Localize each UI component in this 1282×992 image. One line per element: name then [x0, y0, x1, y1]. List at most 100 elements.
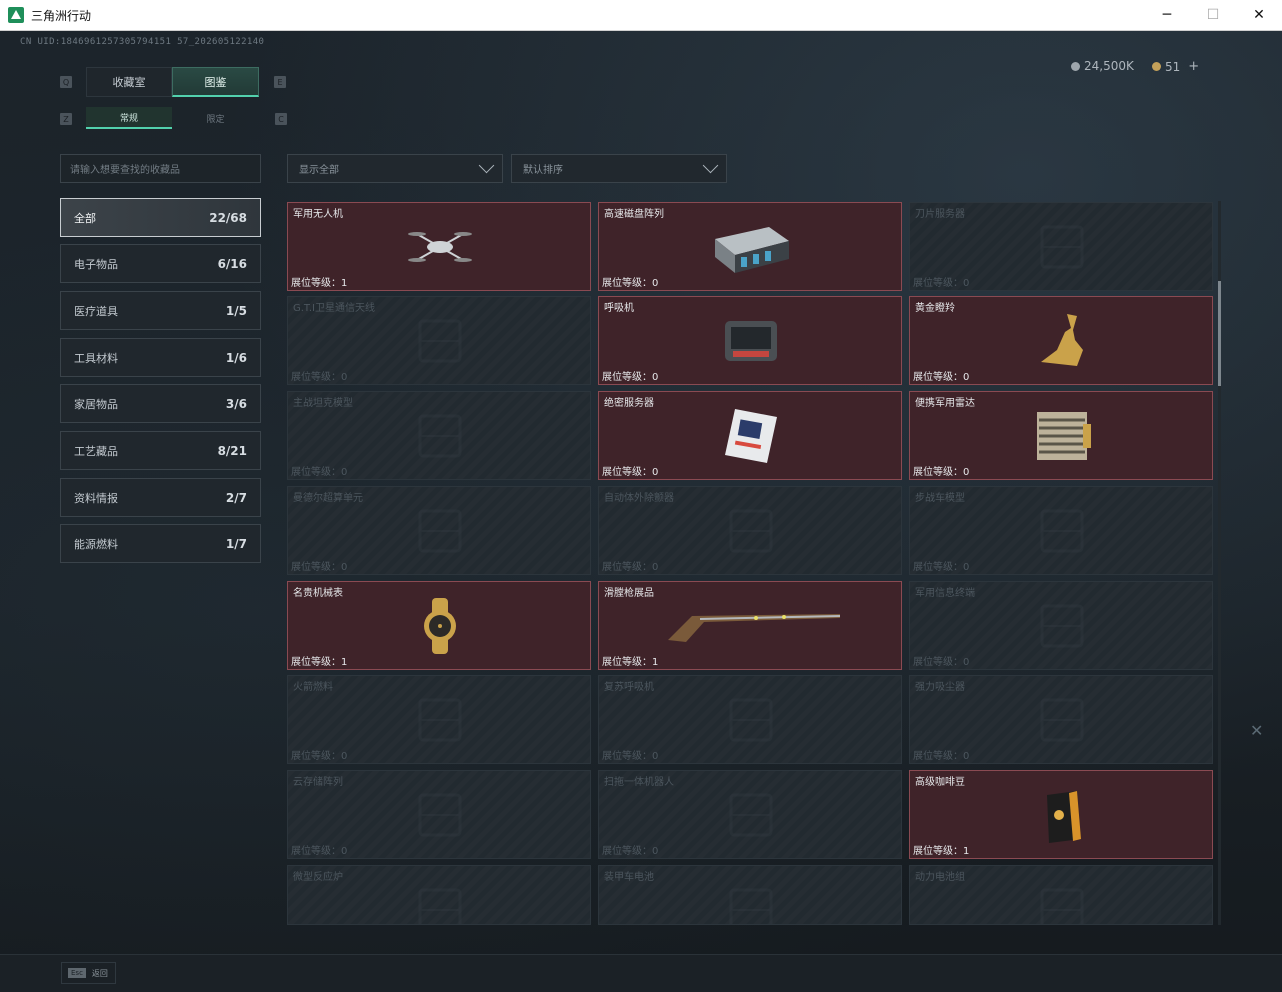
level-value: 0 — [341, 467, 348, 478]
satellite-antenna-icon — [390, 309, 490, 373]
category-item[interactable]: 能源燃料 1/7 — [60, 524, 261, 563]
key-c-hint: C — [275, 113, 287, 125]
level-prefix: 展位等级： — [602, 372, 652, 383]
display-level: 展位等级：0 — [602, 368, 658, 383]
category-count: 2/7 — [225, 490, 247, 505]
watch-icon — [390, 594, 490, 658]
display-level: 展位等级：0 — [602, 558, 658, 573]
item-name: 军用无人机 — [293, 209, 343, 220]
category-item[interactable]: 全部 22/68 — [60, 198, 261, 237]
level-prefix: 展位等级： — [291, 751, 341, 762]
collection-card[interactable]: 军用无人机 展位等级：1 — [287, 202, 591, 291]
collection-card[interactable]: 绝密服务器 展位等级：0 — [598, 391, 902, 480]
display-level: 展位等级：1 — [602, 653, 658, 668]
item-name: 微型反应炉 — [293, 872, 343, 883]
category-item[interactable]: 工艺藏品 8/21 — [60, 431, 261, 470]
item-name: 复苏呼吸机 — [604, 682, 654, 693]
collection-card[interactable]: 云存储阵列 展位等级：0 — [287, 770, 591, 859]
app-logo-icon — [8, 7, 24, 23]
collection-card[interactable]: 微型反应炉 — [287, 865, 591, 925]
add-currency-button[interactable]: + — [1188, 59, 1199, 74]
collection-card[interactable]: 名贵机械表展位等级：1 — [287, 581, 591, 670]
tab-limited[interactable]: 限定 — [172, 107, 259, 129]
sort-value: 默认排序 — [523, 165, 563, 176]
category-label: 家居物品 — [74, 397, 118, 411]
defibrillator-icon — [701, 499, 801, 563]
tab-codex[interactable]: 图鉴 — [172, 67, 259, 97]
collection-card[interactable]: 强力吸尘器 展位等级：0 — [909, 675, 1213, 764]
level-value: 0 — [652, 846, 659, 857]
sort-dropdown[interactable]: 默认排序 — [511, 154, 727, 183]
item-name: 自动体外除颤器 — [604, 493, 674, 504]
collection-card[interactable]: G.T.I卫星通信天线 展位等级：0 — [287, 296, 591, 385]
ifv-model-icon — [1012, 499, 1112, 563]
level-prefix: 展位等级： — [913, 372, 963, 383]
currency-value: 24,500K — [1084, 59, 1134, 73]
robot-vacuum-icon — [701, 783, 801, 847]
tab-regular-label: 常规 — [119, 113, 138, 124]
level-value: 0 — [963, 467, 970, 478]
category-item[interactable]: 医疗道具 1/5 — [60, 291, 261, 330]
category-item[interactable]: 家居物品 3/6 — [60, 384, 261, 423]
collection-card[interactable]: 装甲车电池 — [598, 865, 902, 925]
collection-card[interactable]: 火箭燃料展位等级：0 — [287, 675, 591, 764]
category-label: 全部 — [74, 211, 96, 225]
level-prefix: 展位等级： — [913, 657, 963, 668]
item-name: 绝密服务器 — [604, 398, 654, 409]
level-value: 0 — [652, 467, 659, 478]
key-e-hint: E — [274, 76, 286, 88]
search-input[interactable]: 请输入想要查找的收藏品 — [60, 154, 261, 183]
item-name: 黄金瞪羚 — [915, 303, 955, 314]
scrollbar-thumb[interactable] — [1218, 281, 1221, 386]
back-label: 返回 — [91, 968, 108, 978]
display-level: 展位等级：1 — [291, 653, 347, 668]
collection-card[interactable]: 刀片服务器 展位等级：0 — [909, 202, 1213, 291]
level-prefix: 展位等级： — [913, 751, 963, 762]
collection-card[interactable]: 主战坦克模型 展位等级：0 — [287, 391, 591, 480]
category-item[interactable]: 电子物品 6/16 — [60, 244, 261, 283]
game-viewport: CN UID:1846961257305794151 57_2026051221… — [0, 31, 1282, 992]
item-name: 装甲车电池 — [604, 872, 654, 883]
back-button[interactable]: Esc 返回 — [61, 962, 116, 984]
display-level: 展位等级：0 — [291, 368, 347, 383]
maximize-button[interactable]: ☐ — [1190, 0, 1236, 30]
filter-dropdown[interactable]: 显示全部 — [287, 154, 503, 183]
item-name: 火箭燃料 — [293, 682, 333, 693]
item-name: 名贵机械表 — [293, 588, 343, 599]
collection-card[interactable]: 曼德尔超算单元 展位等级：0 — [287, 486, 591, 575]
collection-card[interactable]: 军用信息终端 展位等级：0 — [909, 581, 1213, 670]
player-uid: CN UID:1846961257305794151 57_2026051221… — [20, 37, 265, 47]
item-name: 扫拖一体机器人 — [604, 777, 674, 788]
category-count: 1/5 — [225, 303, 247, 318]
collection-card[interactable]: 滑膛枪展品 展位等级：1 — [598, 581, 902, 670]
item-name: 曼德尔超算单元 — [293, 493, 363, 504]
collection-card[interactable]: 便携军用雷达 展位等级：0 — [909, 391, 1213, 480]
collection-card[interactable]: 高级咖啡豆 展位等级：1 — [909, 770, 1213, 859]
collection-card[interactable]: 自动体外除颤器展位等级：0 — [598, 486, 902, 575]
blade-server-icon — [1012, 215, 1112, 279]
level-prefix: 展位等级： — [291, 562, 341, 573]
collection-card[interactable]: 黄金瞪羚 展位等级：0 — [909, 296, 1213, 385]
close-button[interactable]: ✕ — [1236, 0, 1282, 30]
collection-card[interactable]: 扫拖一体机器人 展位等级：0 — [598, 770, 902, 859]
minimize-button[interactable]: ─ — [1144, 0, 1190, 30]
display-level: 展位等级：0 — [913, 463, 969, 478]
level-prefix: 展位等级： — [602, 751, 652, 762]
tab-regular[interactable]: 常规 — [86, 107, 172, 129]
category-count: 22/68 — [209, 210, 247, 225]
collection-card[interactable]: 呼吸机 展位等级：0 — [598, 296, 902, 385]
collection-card[interactable]: 复苏呼吸机 展位等级：0 — [598, 675, 902, 764]
display-level: 展位等级：0 — [291, 747, 347, 762]
tab-collection-room[interactable]: 收藏室 — [86, 67, 172, 97]
category-item[interactable]: 资料情报 2/7 — [60, 478, 261, 517]
collection-card[interactable]: 高速磁盘阵列 展位等级：0 — [598, 202, 902, 291]
collection-card[interactable]: 动力电池组 — [909, 865, 1213, 925]
category-label: 工艺藏品 — [74, 444, 118, 458]
battery-icon — [701, 878, 801, 924]
level-value: 0 — [341, 372, 348, 383]
category-label: 工具材料 — [74, 351, 118, 365]
collection-card[interactable]: 步战车模型 展位等级：0 — [909, 486, 1213, 575]
category-item[interactable]: 工具材料 1/6 — [60, 338, 261, 377]
display-level: 展位等级：0 — [913, 274, 969, 289]
display-level: 展位等级：0 — [913, 558, 969, 573]
